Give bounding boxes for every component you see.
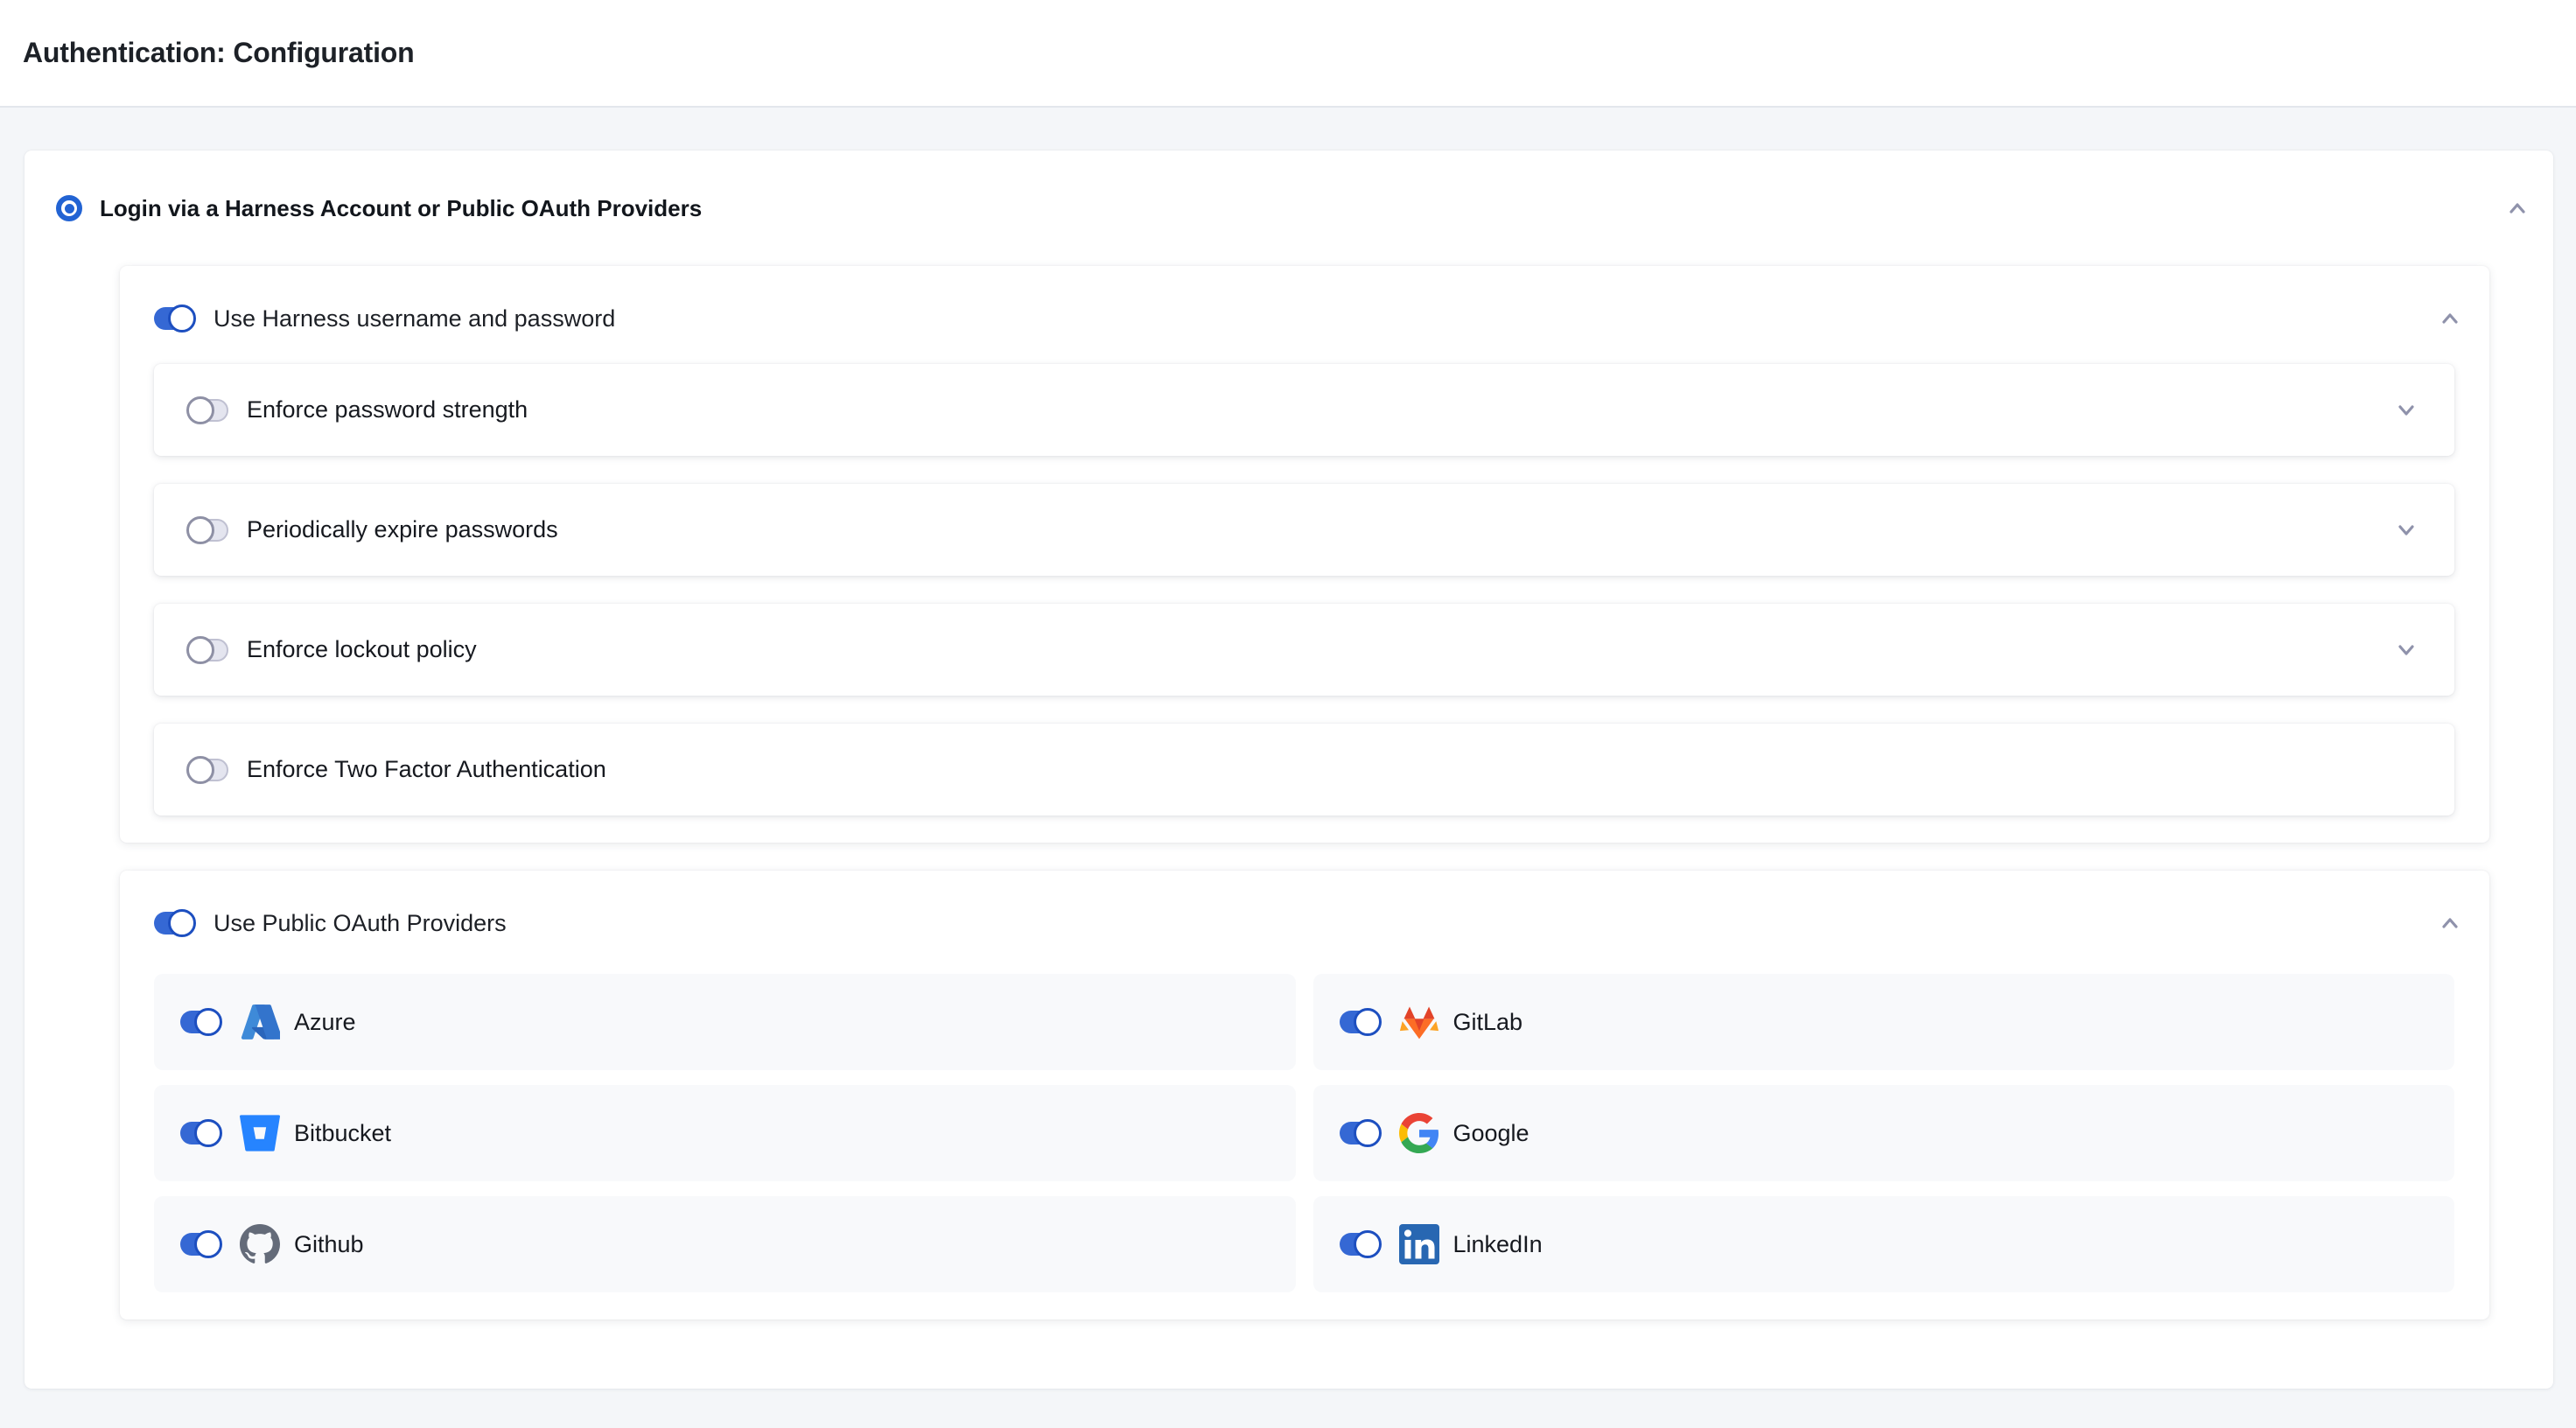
username-password-section-header: Use Harness username and password xyxy=(120,266,2489,364)
radio-selected-dot xyxy=(65,204,74,214)
provider-name: LinkedIn xyxy=(1453,1231,1543,1258)
authentication-configuration-page: Authentication: Configuration Login via … xyxy=(0,0,2576,1428)
provider-name: Google xyxy=(1453,1120,1530,1147)
section-label: Use Harness username and password xyxy=(214,305,615,332)
username-password-toggle[interactable] xyxy=(154,307,194,330)
setting-row-two-factor[interactable]: Enforce Two Factor Authentication xyxy=(154,724,2454,816)
gitlab-toggle[interactable] xyxy=(1340,1011,1380,1033)
two-factor-toggle[interactable] xyxy=(188,759,228,781)
username-password-section: Use Harness username and password Enforc… xyxy=(120,266,2489,843)
provider-cell-bitbucket: Bitbucket xyxy=(154,1085,1296,1181)
toggle-knob xyxy=(194,1119,222,1147)
chevron-down-icon[interactable] xyxy=(2393,517,2419,543)
chevron-up-icon[interactable] xyxy=(2437,910,2463,936)
toggle-knob xyxy=(1354,1008,1382,1036)
provider-name: Github xyxy=(294,1231,364,1258)
google-toggle[interactable] xyxy=(1340,1122,1380,1144)
setting-row-password-strength[interactable]: Enforce password strength xyxy=(154,364,2454,456)
provider-cell-gitlab: GitLab xyxy=(1313,974,2455,1070)
github-toggle[interactable] xyxy=(180,1233,220,1256)
setting-label: Enforce lockout policy xyxy=(247,636,477,663)
oauth-provider-grid: Azure GitLab xyxy=(120,969,2489,1292)
azure-icon xyxy=(240,1002,280,1042)
toggle-knob xyxy=(194,1008,222,1036)
setting-label: Periodically expire passwords xyxy=(247,516,558,543)
toggle-knob xyxy=(186,756,214,784)
toggle-knob xyxy=(186,516,214,544)
provider-name: Bitbucket xyxy=(294,1120,391,1147)
login-method-accordion: Login via a Harness Account or Public OA… xyxy=(24,150,2553,1389)
expire-passwords-toggle[interactable] xyxy=(188,519,228,542)
toggle-knob xyxy=(1354,1119,1382,1147)
provider-cell-google: Google xyxy=(1313,1085,2455,1181)
chevron-up-icon[interactable] xyxy=(2504,195,2530,221)
toggle-knob xyxy=(186,636,214,664)
google-icon xyxy=(1399,1113,1439,1153)
azure-toggle[interactable] xyxy=(180,1011,220,1033)
chevron-up-icon[interactable] xyxy=(2437,305,2463,332)
password-strength-toggle[interactable] xyxy=(188,399,228,422)
toggle-knob xyxy=(1354,1230,1382,1258)
accordion-title: Login via a Harness Account or Public OA… xyxy=(100,195,702,222)
login-method-radio[interactable] xyxy=(56,195,82,221)
provider-name: Azure xyxy=(294,1009,356,1036)
accordion-header[interactable]: Login via a Harness Account or Public OA… xyxy=(24,150,2553,266)
chevron-down-icon[interactable] xyxy=(2393,397,2419,424)
chevron-down-icon[interactable] xyxy=(2393,637,2419,663)
oauth-providers-section: Use Public OAuth Providers Azur xyxy=(120,871,2489,1320)
toggle-knob xyxy=(194,1230,222,1258)
setting-row-expire-passwords[interactable]: Periodically expire passwords xyxy=(154,484,2454,576)
toggle-knob xyxy=(168,304,196,332)
provider-cell-github: Github xyxy=(154,1196,1296,1292)
provider-cell-azure: Azure xyxy=(154,974,1296,1070)
lockout-policy-toggle[interactable] xyxy=(188,639,228,662)
oauth-section-header: Use Public OAuth Providers xyxy=(120,871,2489,969)
toggle-knob xyxy=(168,909,196,937)
linkedin-icon xyxy=(1399,1224,1439,1264)
setting-label: Enforce Two Factor Authentication xyxy=(247,756,606,783)
provider-name: GitLab xyxy=(1453,1009,1523,1036)
provider-cell-linkedin: LinkedIn xyxy=(1313,1196,2455,1292)
page-title: Authentication: Configuration xyxy=(23,37,414,69)
password-settings-list: Enforce password strength Periodically e… xyxy=(120,364,2489,816)
section-label: Use Public OAuth Providers xyxy=(214,910,507,937)
setting-row-lockout-policy[interactable]: Enforce lockout policy xyxy=(154,604,2454,696)
bitbucket-toggle[interactable] xyxy=(180,1122,220,1144)
toggle-knob xyxy=(186,396,214,424)
bitbucket-icon xyxy=(240,1113,280,1153)
page-header: Authentication: Configuration xyxy=(0,0,2576,108)
oauth-providers-toggle[interactable] xyxy=(154,912,194,934)
github-icon xyxy=(240,1224,280,1264)
setting-label: Enforce password strength xyxy=(247,396,528,424)
gitlab-icon xyxy=(1399,1002,1439,1042)
linkedin-toggle[interactable] xyxy=(1340,1233,1380,1256)
